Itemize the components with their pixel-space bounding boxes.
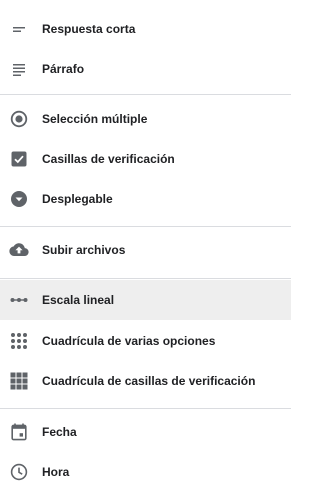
menu-item-label: Casillas de verificación [42,152,175,166]
divider [0,408,291,409]
menu-item-label: Selección múltiple [42,112,148,126]
dropdown-icon [9,189,29,209]
menu-item-label: Párrafo [42,62,85,76]
checkbox-icon [9,149,29,169]
menu-item-dropdown[interactable]: Desplegable [0,179,291,219]
menu-item-label: Respuesta corta [42,22,136,36]
menu-item-label: Desplegable [42,192,113,206]
menu-item-short-answer[interactable]: Respuesta corta [0,9,291,49]
grid-squares-icon [9,371,29,391]
menu-item-multiple-choice-grid[interactable]: Cuadrícula de varias opciones [0,321,291,361]
question-type-menu: Respuesta corta Párrafo Selección múltip… [0,0,291,503]
menu-item-checkbox-grid[interactable]: Cuadrícula de casillas de verificación [0,361,291,401]
cloud-upload-icon [9,240,29,260]
menu-item-linear-scale[interactable]: Escala lineal [0,280,291,320]
radio-button-icon [9,109,29,129]
divider [0,94,291,95]
menu-item-label: Cuadrícula de varias opciones [42,334,216,348]
menu-item-paragraph[interactable]: Párrafo [0,49,291,89]
calendar-icon [9,422,29,442]
divider [0,278,291,279]
menu-item-checkboxes[interactable]: Casillas de verificación [0,139,291,179]
menu-item-label: Cuadrícula de casillas de verificación [42,374,256,388]
menu-item-label: Hora [42,465,70,479]
menu-item-date[interactable]: Fecha [0,412,291,452]
linear-scale-icon [9,290,29,310]
menu-item-file-upload[interactable]: Subir archivos [0,230,291,270]
menu-item-time[interactable]: Hora [0,452,291,492]
paragraph-icon [9,59,29,79]
menu-item-label: Fecha [42,425,77,439]
short-text-icon [9,19,29,39]
grid-dots-icon [9,331,29,351]
menu-item-multiple-choice[interactable]: Selección múltiple [0,99,291,139]
menu-item-label: Escala lineal [42,293,115,307]
clock-icon [9,462,29,482]
divider [0,226,291,227]
menu-item-label: Subir archivos [42,243,126,257]
